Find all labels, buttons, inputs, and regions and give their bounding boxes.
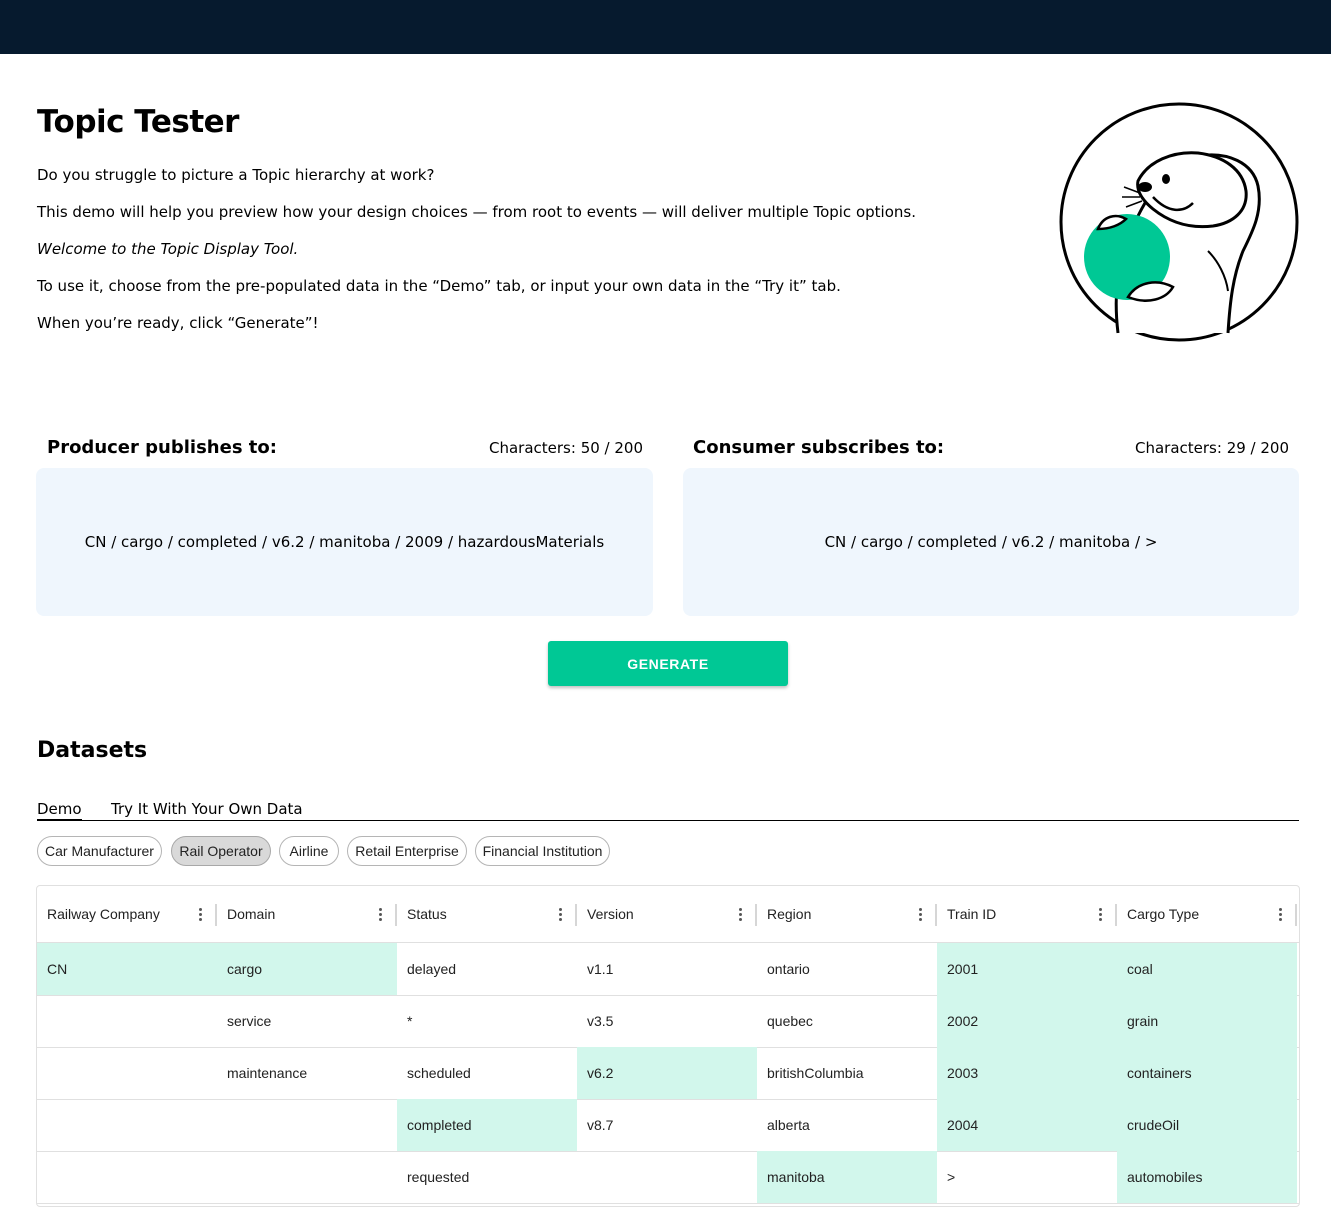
producer-heading: Producer publishes to:	[47, 437, 277, 458]
consumer-topic-text: CN / cargo / completed / v6.2 / manitoba…	[824, 533, 1158, 551]
chip-rail-operator[interactable]: Rail Operator	[171, 836, 271, 866]
table-cell[interactable]: >	[937, 1151, 1117, 1203]
intro-line-5: When you’re ready, click “Generate”!	[37, 314, 319, 332]
table-cell[interactable]: delayed	[397, 943, 577, 995]
consumer-topic-box: CN / cargo / completed / v6.2 / manitoba…	[683, 468, 1299, 616]
table-cell[interactable]: coal	[1117, 943, 1297, 995]
column-header[interactable]: Domain	[217, 886, 397, 942]
column-menu-icon[interactable]	[1097, 906, 1103, 923]
consumer-heading: Consumer subscribes to:	[693, 437, 945, 458]
column-header[interactable]: Cargo Type	[1117, 886, 1297, 942]
table-cell[interactable]: v1.1	[577, 943, 757, 995]
table-cell[interactable]: CN	[37, 943, 217, 995]
table-cell[interactable]: 2004	[937, 1099, 1117, 1151]
table-cell[interactable]: cargo	[217, 943, 397, 995]
table-cell[interactable]: v6.2	[577, 1047, 757, 1099]
datasets-title: Datasets	[37, 738, 148, 763]
dataset-tabs: Demo Try It With Your Own Data	[37, 800, 1299, 821]
table-cell[interactable]	[37, 1099, 217, 1151]
table-cell[interactable]	[37, 995, 217, 1047]
dataset-table: Railway Company Domain Status Version Region…	[36, 885, 1300, 1207]
column-menu-icon[interactable]	[557, 906, 563, 923]
producer-topic-box: CN / cargo / completed / v6.2 / manitoba…	[36, 468, 653, 616]
intro-line-1: Do you struggle to picture a Topic hiera…	[37, 166, 435, 184]
table-cell[interactable]: service	[217, 995, 397, 1047]
table-cell[interactable]: alberta	[757, 1099, 937, 1151]
table-cell[interactable]: requested	[397, 1151, 577, 1203]
chip-financial-institution[interactable]: Financial Institution	[475, 836, 610, 866]
column-menu-icon[interactable]	[197, 906, 203, 923]
column-header[interactable]: Status	[397, 886, 577, 942]
column-header[interactable]: Railway Company	[37, 886, 217, 942]
column-header-label: Status	[407, 906, 447, 922]
column-menu-icon[interactable]	[917, 906, 923, 923]
table-cell[interactable]: britishColumbia	[757, 1047, 937, 1099]
producer-topic-text: CN / cargo / completed / v6.2 / manitoba…	[84, 533, 605, 551]
page-title: Topic Tester	[37, 104, 239, 140]
table-cell[interactable]	[217, 1151, 397, 1203]
top-nav-bar	[0, 0, 1331, 54]
table-cell[interactable]: ontario	[757, 943, 937, 995]
table-cell[interactable]: scheduled	[397, 1047, 577, 1099]
table-cell[interactable]: completed	[397, 1099, 577, 1151]
table-cell[interactable]: 2001	[937, 943, 1117, 995]
table-cell[interactable]: quebec	[757, 995, 937, 1047]
table-cell[interactable]: containers	[1117, 1047, 1297, 1099]
table-cell[interactable]: manitoba	[757, 1151, 937, 1203]
tab-try-it[interactable]: Try It With Your Own Data	[111, 800, 303, 818]
table-cell[interactable]: maintenance	[217, 1047, 397, 1099]
otter-mascot-logo	[1059, 102, 1299, 342]
table-cell[interactable]: 2003	[937, 1047, 1117, 1099]
intro-line-4: To use it, choose from the pre-populated…	[37, 277, 841, 295]
table-cell[interactable]: v8.7	[577, 1099, 757, 1151]
table-cell[interactable]	[217, 1099, 397, 1151]
intro-line-2: This demo will help you preview how your…	[37, 203, 916, 221]
table-cell[interactable]: automobiles	[1117, 1151, 1297, 1203]
table-cell[interactable]	[577, 1151, 757, 1203]
column-header-label: Version	[587, 906, 634, 922]
chip-retail-enterprise[interactable]: Retail Enterprise	[347, 836, 467, 866]
table-cell[interactable]: 2002	[937, 995, 1117, 1047]
chip-airline[interactable]: Airline	[279, 836, 339, 866]
intro-line-3: Welcome to the Topic Display Tool.	[37, 240, 299, 258]
generate-button[interactable]: GENERATE	[548, 641, 788, 686]
table-cell[interactable]	[37, 1047, 217, 1099]
column-menu-icon[interactable]	[737, 906, 743, 923]
column-header-label: Cargo Type	[1127, 906, 1200, 922]
table-cell[interactable]: crudeOil	[1117, 1099, 1297, 1151]
column-menu-icon[interactable]	[377, 906, 383, 923]
chip-car-manufacturer[interactable]: Car Manufacturer	[37, 836, 162, 866]
table-cell[interactable]: v3.5	[577, 995, 757, 1047]
column-header[interactable]: Region	[757, 886, 937, 942]
column-header-label: Railway Company	[47, 906, 160, 922]
column-header-label: Domain	[227, 906, 276, 922]
column-menu-icon[interactable]	[1277, 906, 1283, 923]
column-header-label: Train ID	[947, 906, 997, 922]
table-cell[interactable]	[37, 1151, 217, 1203]
column-header[interactable]: Version	[577, 886, 757, 942]
producer-char-count: Characters: 50 / 200	[489, 439, 643, 457]
table-cell[interactable]: *	[397, 995, 577, 1047]
row-divider	[37, 1203, 1299, 1204]
column-resize-handle[interactable]	[1295, 904, 1297, 926]
table-cell[interactable]: grain	[1117, 995, 1297, 1047]
consumer-char-count: Characters: 29 / 200	[1135, 439, 1289, 457]
tab-demo[interactable]: Demo	[37, 800, 82, 821]
column-header[interactable]: Train ID	[937, 886, 1117, 942]
column-header-label: Region	[767, 906, 812, 922]
